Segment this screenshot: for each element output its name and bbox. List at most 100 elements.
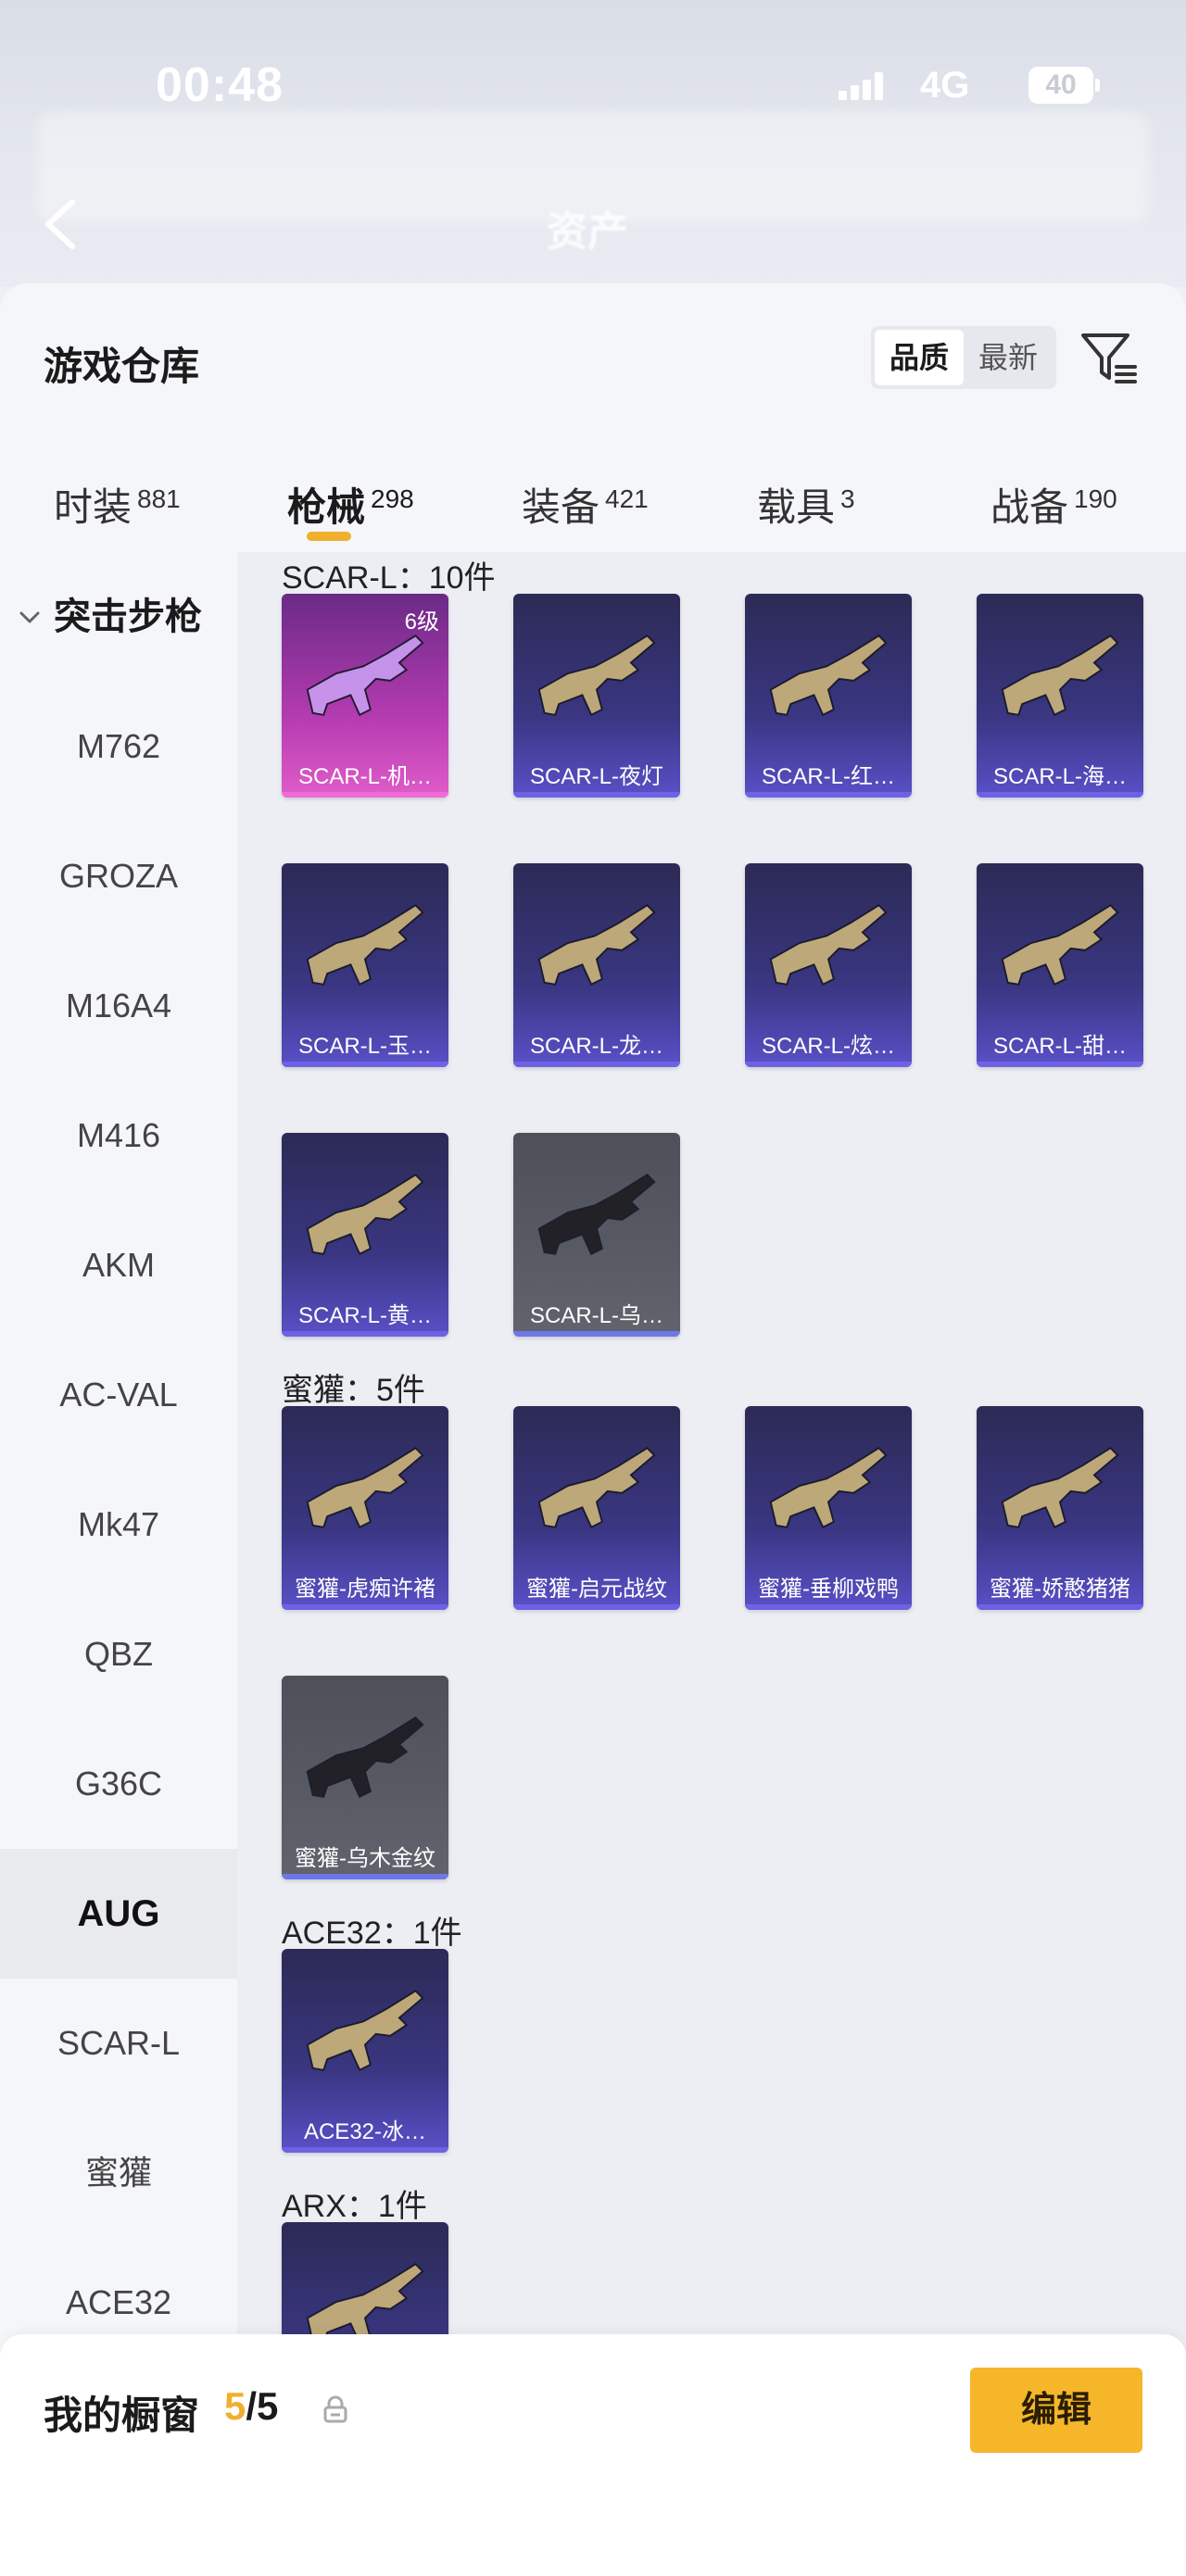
signal-icon bbox=[839, 72, 885, 100]
skin-name: SCAR-L-炫… bbox=[761, 1034, 895, 1059]
rarity-bar bbox=[745, 1604, 912, 1610]
showcase-title: 我的橱窗 bbox=[44, 2394, 200, 2437]
edit-button[interactable]: 编辑 bbox=[970, 2368, 1142, 2453]
showcase-total: /5 bbox=[246, 2384, 279, 2428]
rifle-icon bbox=[306, 635, 424, 717]
skin-card[interactable]: SCAR-L-夜灯 bbox=[513, 594, 680, 798]
skin-card[interactable]: SCAR-L-乌… bbox=[513, 1133, 680, 1337]
skin-level: 6级 bbox=[404, 609, 439, 635]
rifle-icon bbox=[306, 1716, 424, 1799]
filter-icon[interactable] bbox=[1079, 330, 1139, 387]
sidebar-item-m416[interactable]: M416 bbox=[0, 1071, 237, 1200]
active-tab-indicator bbox=[307, 532, 351, 541]
rifle-icon bbox=[1001, 635, 1119, 717]
rarity-bar bbox=[282, 1062, 448, 1067]
skin-name: 蜜獾-娇憨猪猪 bbox=[990, 1577, 1130, 1602]
sort-newest-option[interactable]: 最新 bbox=[964, 330, 1053, 385]
tab-count: 3 bbox=[840, 484, 855, 513]
sort-quality-option[interactable]: 品质 bbox=[875, 330, 964, 385]
skin-grid: SCAR-L：10件 6级 SCAR-L-机… SCAR-L-夜灯 SCAR-L-红… S… bbox=[237, 552, 1186, 2576]
skin-name: SCAR-L-甜… bbox=[992, 1034, 1127, 1059]
skin-card[interactable]: SCAR-L-甜… bbox=[977, 863, 1143, 1067]
skin-name: 蜜獾-启元战纹 bbox=[526, 1577, 667, 1602]
skin-name: ACE32-冰… bbox=[303, 2119, 427, 2144]
skin-name: SCAR-L-夜灯 bbox=[529, 764, 663, 789]
rarity-bar bbox=[977, 792, 1143, 798]
skin-card[interactable]: 蜜獾-垂柳戏鸭 bbox=[745, 1406, 912, 1610]
top-header-blurred: 00:48 4G 40 资产 bbox=[0, 0, 1186, 287]
battery-level: 40 bbox=[1045, 69, 1077, 100]
sidebar-item-m16a4[interactable]: M16A4 bbox=[0, 941, 237, 1071]
skin-name: SCAR-L-黄… bbox=[297, 1303, 432, 1328]
rarity-bar bbox=[282, 792, 448, 798]
sidebar-group-assault-rifles[interactable]: 突击步枪 bbox=[0, 552, 237, 682]
rarity-bar bbox=[513, 1062, 680, 1067]
rarity-bar bbox=[745, 792, 912, 798]
rifle-icon bbox=[769, 1447, 888, 1529]
skin-card[interactable]: SCAR-L-黄… bbox=[282, 1133, 448, 1337]
skin-name: SCAR-L-乌… bbox=[529, 1303, 663, 1328]
rarity-bar bbox=[282, 1331, 448, 1337]
skin-card[interactable]: 蜜獾-启元战纹 bbox=[513, 1406, 680, 1610]
sidebar-item-akm[interactable]: AKM bbox=[0, 1200, 237, 1330]
section-label: ARX：1件 bbox=[282, 2189, 427, 2224]
rifle-icon bbox=[1001, 1447, 1119, 1529]
tab-count: 421 bbox=[605, 484, 649, 513]
back-arrow-icon[interactable] bbox=[39, 196, 82, 252]
showcase-current: 5 bbox=[224, 2384, 246, 2428]
skin-card[interactable]: SCAR-L-海… bbox=[977, 594, 1143, 798]
sidebar-item-honey-badger[interactable]: 蜜獾 bbox=[0, 2108, 237, 2238]
sidebar-item-groza[interactable]: GROZA bbox=[0, 811, 237, 941]
weapon-type-sidebar: 突击步枪 M762 GROZA M16A4 M416 AKM AC-VAL Mk… bbox=[0, 552, 237, 2576]
skin-name: SCAR-L-龙… bbox=[529, 1034, 663, 1059]
skin-name: SCAR-L-海… bbox=[992, 764, 1127, 789]
tab-count: 298 bbox=[371, 484, 414, 513]
sidebar-item-m762[interactable]: M762 bbox=[0, 682, 237, 811]
rarity-bar bbox=[745, 1062, 912, 1067]
rifle-icon bbox=[306, 904, 424, 986]
rifle-icon bbox=[769, 635, 888, 717]
page-title: 资产 bbox=[547, 209, 628, 255]
skin-name: SCAR-L-玉… bbox=[297, 1034, 432, 1059]
skin-name: SCAR-L-机… bbox=[297, 764, 432, 789]
sidebar-item-g36c[interactable]: G36C bbox=[0, 1719, 237, 1849]
lock-icon bbox=[323, 2395, 347, 2423]
tab-label: 战备 bbox=[990, 485, 1069, 529]
network-type: 4G bbox=[920, 65, 970, 106]
skin-card[interactable]: 蜜獾-乌木金纹 bbox=[282, 1676, 448, 1879]
rifle-icon bbox=[537, 635, 656, 717]
skin-name: SCAR-L-红… bbox=[761, 764, 895, 789]
skin-card[interactable]: ACE32-冰… bbox=[282, 1949, 448, 2153]
section-label: ACE32：1件 bbox=[282, 1916, 462, 1951]
status-time: 00:48 bbox=[156, 58, 284, 112]
rarity-bar bbox=[977, 1062, 1143, 1067]
skin-card[interactable]: SCAR-L-龙… bbox=[513, 863, 680, 1067]
warehouse-sheet: 游戏仓库 品质 最新 时装 881 枪械 298 装备 421 载具 3 战备 190 bbox=[0, 283, 1186, 2576]
tab-label: 时装 bbox=[54, 485, 132, 529]
rifle-icon bbox=[306, 1990, 424, 2072]
skin-card[interactable]: 6级 SCAR-L-机… bbox=[282, 594, 448, 798]
section-label: 蜜獾：5件 bbox=[282, 1373, 425, 1408]
category-tabs: 时装 881 枪械 298 装备 421 载具 3 战备 190 bbox=[0, 450, 1186, 552]
rifle-icon bbox=[537, 904, 656, 986]
skin-name: 蜜獾-虎痴许褚 bbox=[295, 1577, 435, 1602]
rarity-bar bbox=[282, 1604, 448, 1610]
rifle-icon bbox=[1001, 904, 1119, 986]
sidebar-item-mk47[interactable]: Mk47 bbox=[0, 1460, 237, 1590]
tab-count: 881 bbox=[137, 484, 181, 513]
sidebar-item-ac-val[interactable]: AC-VAL bbox=[0, 1330, 237, 1460]
showcase-count: 5/5 bbox=[224, 2384, 278, 2429]
rarity-bar bbox=[977, 1604, 1143, 1610]
skin-card[interactable]: SCAR-L-红… bbox=[745, 594, 912, 798]
skin-card[interactable]: SCAR-L-炫… bbox=[745, 863, 912, 1067]
sort-toggle: 品质 最新 bbox=[871, 326, 1056, 389]
skin-card[interactable]: 蜜獾-虎痴许褚 bbox=[282, 1406, 448, 1610]
rarity-bar bbox=[282, 1874, 448, 1879]
rifle-icon bbox=[306, 1447, 424, 1529]
skin-card[interactable]: 蜜獾-娇憨猪猪 bbox=[977, 1406, 1143, 1610]
sidebar-item-qbz[interactable]: QBZ bbox=[0, 1590, 237, 1719]
skin-card[interactable]: SCAR-L-玉… bbox=[282, 863, 448, 1067]
rarity-bar bbox=[282, 2147, 448, 2153]
sidebar-item-aug[interactable]: AUG bbox=[0, 1849, 237, 1979]
sidebar-item-scar-l[interactable]: SCAR-L bbox=[0, 1979, 237, 2108]
